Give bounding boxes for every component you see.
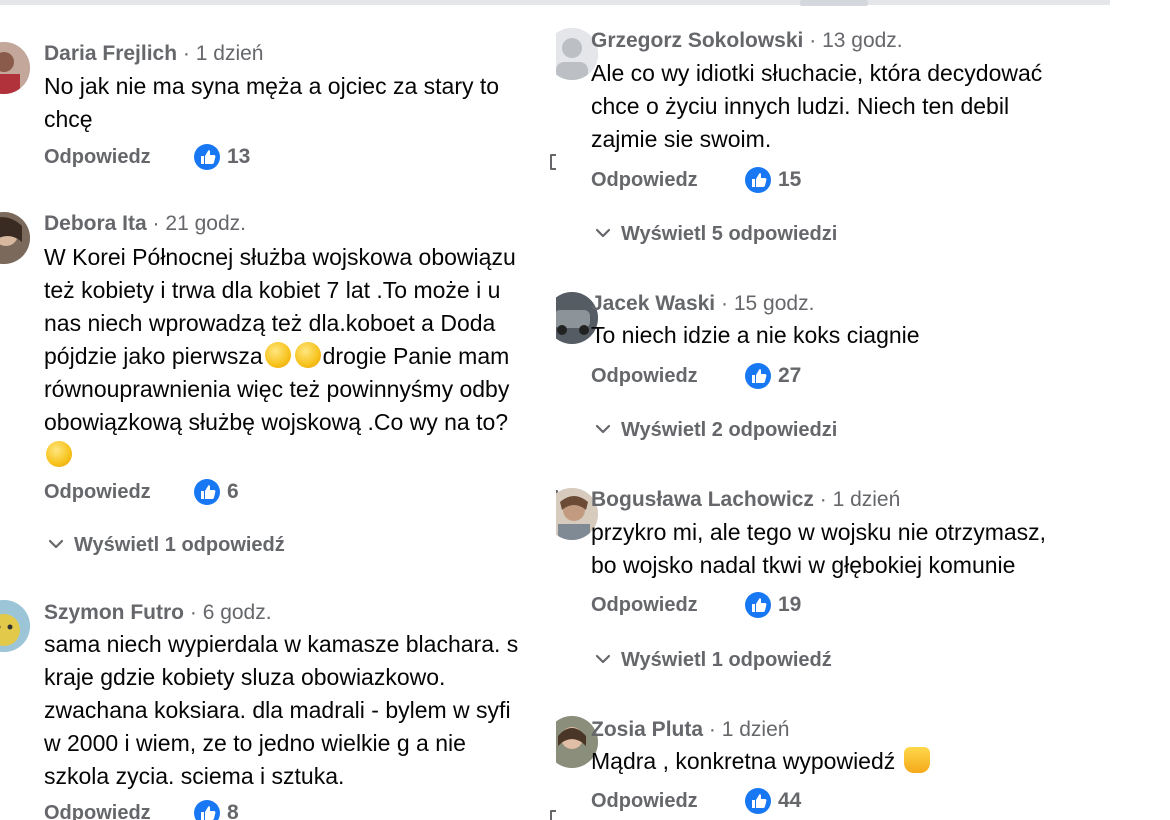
author-name[interactable]: Jacek Waski xyxy=(591,292,715,315)
separator: · xyxy=(182,42,190,65)
chevron-down-icon xyxy=(593,419,613,439)
reply-button[interactable]: Odpowiedz xyxy=(591,361,698,391)
text-line: obowiązkową służbę wojskową .Co wy na to… xyxy=(44,409,509,435)
comment-text: W Korei Północnej służba wojskowa obowią… xyxy=(44,241,556,472)
text-line: nas niech wprowadzą też dla.koboet a Dod… xyxy=(44,310,496,336)
like-count: 19 xyxy=(778,593,802,616)
comment-text: sama niech wypierdala w kamasze blachara… xyxy=(44,631,519,789)
timestamp[interactable]: 1 dzień xyxy=(833,488,901,511)
comments-column-left: Daria Frejlich · 1 dzień No jak nie ma s… xyxy=(0,0,556,820)
like-count: 8 xyxy=(227,801,239,820)
view-replies-label: Wyświetl 1 odpowiedź xyxy=(621,649,832,671)
text-line: też kobiety i trwa dla kobiet 7 lat .To … xyxy=(44,277,501,303)
comment-text: przykro mi, ale tego w wojsku nie otrzym… xyxy=(591,519,1047,578)
view-replies-label: Wyświetl 2 odpowiedzi xyxy=(621,419,838,441)
like-count: 13 xyxy=(227,145,251,168)
separator: · xyxy=(819,488,827,511)
comment-actions: Odpowiedz 27 xyxy=(591,361,1111,391)
grinning-sweat-emoji-icon xyxy=(294,342,321,368)
text-line: W Korei Północnej służba wojskowa obowią… xyxy=(44,244,516,270)
author-name[interactable]: Daria Frejlich xyxy=(44,42,177,65)
author-name[interactable]: Grzegorz Sokolowski xyxy=(591,29,803,52)
comment-header: Daria Frejlich · 1 dzień xyxy=(44,40,263,68)
view-replies-button[interactable]: Wyświetl 2 odpowiedzi xyxy=(593,416,837,444)
comment-text: Ale co wy idiotki słuchacie, która decyd… xyxy=(591,60,1043,152)
comment-text: No jak nie ma syna męża a ojciec za star… xyxy=(44,73,500,132)
author-name[interactable]: Bogusława Lachowicz xyxy=(591,488,814,511)
view-replies-label: Wyświetl 1 odpowiedź xyxy=(74,534,285,556)
comment-header: Grzegorz Sokolowski · 13 godz. xyxy=(591,27,903,55)
view-replies-label: Wyświetl 5 odpowiedzi xyxy=(621,223,838,245)
timestamp[interactable]: 13 godz. xyxy=(822,29,903,52)
rofl-emoji-icon xyxy=(264,342,291,368)
like-icon xyxy=(745,592,771,618)
text-segment: Mądra , konkretna wypowiedź xyxy=(591,748,902,774)
like-icon xyxy=(194,144,220,170)
comments-column-right: Grzegorz Sokolowski · 13 godz. Ale co wy… xyxy=(556,0,1116,820)
view-replies-button[interactable]: Wyświetl 1 odpowiedź xyxy=(593,646,832,674)
comment-text: Mądra , konkretna wypowiedź xyxy=(591,745,1113,778)
comment-actions: Odpowiedz 8 xyxy=(44,798,556,820)
reply-button[interactable]: Odpowiedz xyxy=(44,477,151,507)
text-line xyxy=(44,439,556,472)
separator: · xyxy=(189,601,197,624)
chevron-down-icon xyxy=(593,223,613,243)
avatar[interactable] xyxy=(0,42,30,94)
view-replies-button[interactable]: Wyświetl 1 odpowiedź xyxy=(46,531,285,559)
chevron-down-icon xyxy=(46,534,66,554)
like-icon xyxy=(745,363,771,389)
timestamp[interactable]: 21 godz. xyxy=(165,212,246,235)
timestamp[interactable]: 6 godz. xyxy=(203,601,272,624)
reply-button[interactable]: Odpowiedz xyxy=(591,590,698,620)
like-icon xyxy=(194,479,220,505)
grinning-emoji-icon xyxy=(46,441,72,467)
comment-actions: Odpowiedz 19 xyxy=(591,590,1111,620)
comment-actions: Odpowiedz 13 xyxy=(44,142,556,172)
separator: · xyxy=(809,29,817,52)
author-name[interactable]: Debora Ita xyxy=(44,212,147,235)
like-icon xyxy=(745,167,771,193)
like-count: 15 xyxy=(778,168,802,191)
text-segment: drogie Panie mam xyxy=(322,343,510,369)
like-icon xyxy=(194,800,220,820)
comment-actions: Odpowiedz 44 xyxy=(591,786,1111,816)
comment-header: Zosia Pluta · 1 dzień xyxy=(591,716,789,744)
reply-button[interactable]: Odpowiedz xyxy=(591,786,698,816)
avatar[interactable] xyxy=(0,600,30,652)
like-count: 6 xyxy=(227,480,239,503)
separator: · xyxy=(708,718,716,741)
like-count: 44 xyxy=(778,789,802,812)
timestamp[interactable]: 1 dzień xyxy=(196,42,264,65)
reply-button[interactable]: Odpowiedz xyxy=(591,165,698,195)
comment-actions: Odpowiedz 6 xyxy=(44,477,556,507)
thumbs-up-emoji-icon xyxy=(903,747,930,773)
reply-button[interactable]: Odpowiedz xyxy=(44,142,151,172)
like-icon xyxy=(745,788,771,814)
separator: · xyxy=(152,212,160,235)
text-segment: pójdzie jako pierwsza xyxy=(44,343,263,369)
view-replies-button[interactable]: Wyświetl 5 odpowiedzi xyxy=(593,220,837,248)
timestamp[interactable]: 1 dzień xyxy=(722,718,790,741)
comment-header: Jacek Waski · 15 godz. xyxy=(591,290,814,318)
chevron-down-icon xyxy=(593,649,613,669)
text-line: równouprawnienia więc też powinnyśmy odb… xyxy=(44,376,510,402)
comment-text: To niech idzie a nie koks ciagnie xyxy=(591,322,920,348)
comment-header: Bogusława Lachowicz · 1 dzień xyxy=(591,486,900,514)
comment-actions: Odpowiedz 15 xyxy=(591,165,1111,195)
author-name[interactable]: Zosia Pluta xyxy=(591,718,703,741)
comment-header: Debora Ita · 21 godz. xyxy=(44,210,246,238)
avatar[interactable] xyxy=(0,212,30,264)
author-name[interactable]: Szymon Futro xyxy=(44,601,184,624)
comment-header: Szymon Futro · 6 godz. xyxy=(44,599,272,627)
separator: · xyxy=(721,292,728,315)
text-line: pójdzie jako pierwsza drogie Panie mam xyxy=(44,340,556,373)
like-count: 27 xyxy=(778,364,802,387)
timestamp[interactable]: 15 godz. xyxy=(734,292,815,315)
reply-button[interactable]: Odpowiedz xyxy=(44,798,151,820)
